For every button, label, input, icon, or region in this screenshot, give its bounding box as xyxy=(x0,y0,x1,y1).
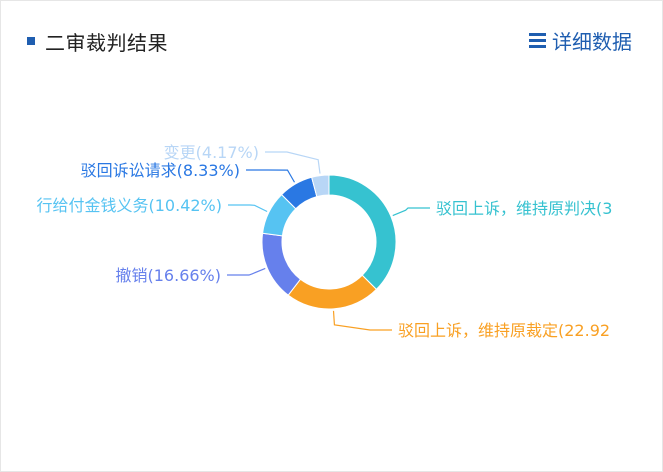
pie-slice[interactable] xyxy=(261,232,302,296)
pie-slice[interactable] xyxy=(287,274,378,310)
leader-line xyxy=(228,204,268,213)
slice-label: 驳回诉讼请求(8.33%) xyxy=(81,161,240,180)
slice-label: 行给付金钱义务(10.42%) xyxy=(37,196,223,215)
pie-slice[interactable] xyxy=(328,174,397,291)
slice-label: 变更(4.17%) xyxy=(164,143,259,162)
leader-line xyxy=(332,310,392,331)
donut-chart: 驳回上诉，维持原判决(3 驳回上诉，维持原裁定(22.92 撤销(16.66%) 行给… xyxy=(37,143,613,340)
leader-line xyxy=(392,207,430,217)
leader-line xyxy=(227,267,266,276)
slice-label: 驳回上诉，维持原判决(3 xyxy=(436,199,612,218)
leader-line xyxy=(246,169,296,183)
slice-label: 撤销(16.66%) xyxy=(116,266,222,285)
slice-label: 驳回上诉，维持原裁定(22.92 xyxy=(398,321,610,340)
